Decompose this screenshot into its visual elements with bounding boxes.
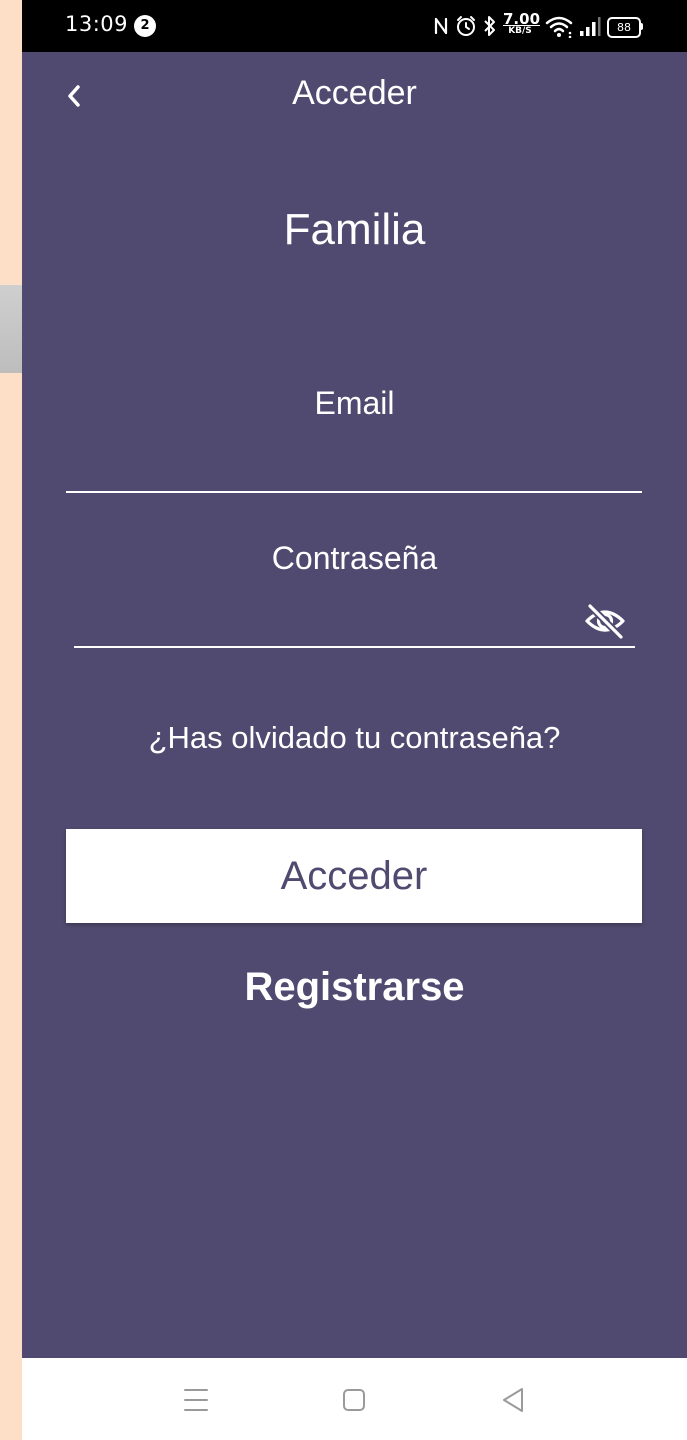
register-link[interactable]: Registrarse <box>22 965 687 1010</box>
nfc-icon <box>434 17 448 35</box>
password-visibility-toggle[interactable] <box>583 601 627 641</box>
background-app-band <box>0 285 22 373</box>
nav-home-button[interactable] <box>334 1382 374 1418</box>
notification-count-badge: 2 <box>134 15 156 37</box>
password-label: Contraseña <box>271 540 438 576</box>
email-label: Email <box>314 385 395 421</box>
password-underline <box>74 646 635 648</box>
battery-icon: 88 <box>607 17 641 38</box>
status-bar: 13:09 2 7.00 KB/S 88 <box>22 0 687 52</box>
section-title: Familia <box>283 205 426 254</box>
nav-back-button[interactable] <box>494 1382 534 1418</box>
menu-icon <box>184 1389 208 1411</box>
bluetooth-icon <box>484 16 495 36</box>
eye-off-icon <box>585 603 625 640</box>
login-screen: 13:09 2 7.00 KB/S 88 Acceder Familia Ema… <box>22 0 687 1440</box>
network-speed-value: 7.00 <box>503 10 541 28</box>
background-app-edge <box>0 0 22 1440</box>
system-nav-bar <box>22 1358 687 1440</box>
network-speed-unit: KB/S <box>508 26 532 36</box>
back-icon <box>503 1388 523 1412</box>
email-field[interactable] <box>66 438 646 490</box>
battery-tip <box>640 23 643 30</box>
password-field[interactable] <box>74 594 578 646</box>
login-button[interactable]: Acceder <box>66 829 642 923</box>
email-underline <box>66 491 642 493</box>
page-title: Acceder <box>292 74 417 112</box>
forgot-password-link[interactable]: ¿Has olvidado tu contraseña? <box>22 720 687 756</box>
status-icons: 7.00 KB/S 88 <box>433 12 673 40</box>
battery-level: 88 <box>617 21 631 34</box>
signal-icon <box>580 17 601 36</box>
status-time: 13:09 <box>65 12 129 36</box>
network-speed: 7.00 KB/S <box>503 10 541 36</box>
alarm-icon <box>457 16 475 36</box>
wifi-icon <box>545 16 573 38</box>
home-icon <box>343 1389 365 1411</box>
nav-menu-button[interactable] <box>176 1382 216 1418</box>
